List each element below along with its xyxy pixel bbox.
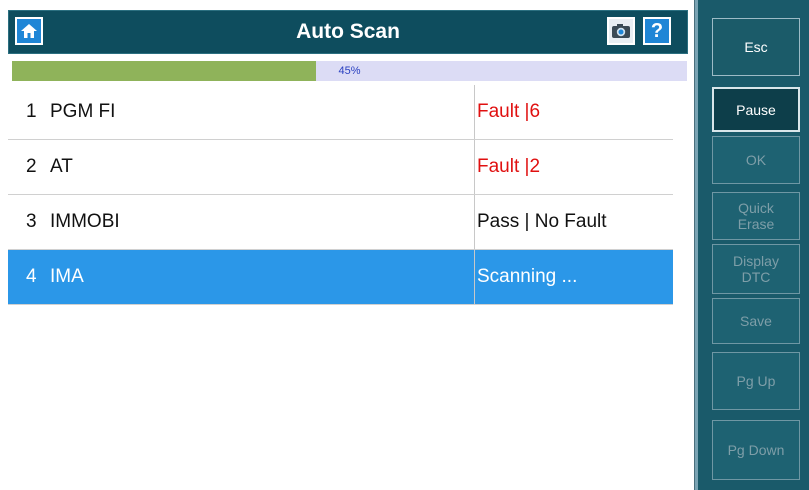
list-item[interactable]: 2 AT Fault |2 <box>8 140 673 195</box>
scan-progress-bar: 45% <box>12 61 687 81</box>
list-item[interactable]: 4 IMA Scanning ... <box>8 250 673 305</box>
ok-button[interactable]: OK <box>712 136 800 184</box>
scan-status: Scanning ... <box>474 250 673 304</box>
home-icon <box>21 24 37 38</box>
scan-status: Pass | No Fault <box>474 195 673 249</box>
display-dtc-button[interactable]: Display DTC <box>712 244 800 294</box>
page-down-button[interactable]: Pg Down <box>712 420 800 480</box>
help-button[interactable]: ? <box>643 17 671 45</box>
title-bar: Auto Scan ? <box>8 10 688 54</box>
page-up-button[interactable]: Pg Up <box>712 352 800 410</box>
system-name: AT <box>50 156 73 177</box>
action-sidebar: Esc Pause OK Quick Erase Display DTC Sav… <box>695 0 809 490</box>
help-icon: ? <box>650 20 664 42</box>
camera-icon <box>612 24 630 38</box>
scan-panel: Auto Scan ? 45% 1 PGM FI Fault |6 2 AT Fau… <box>0 0 695 490</box>
system-name: IMA <box>50 266 84 287</box>
pause-button[interactable]: Pause <box>712 87 800 132</box>
save-button[interactable]: Save <box>712 298 800 344</box>
system-name: PGM FI <box>50 101 116 122</box>
quick-erase-button[interactable]: Quick Erase <box>712 192 800 240</box>
system-list: 1 PGM FI Fault |6 2 AT Fault |2 3 IMMOBI Pa… <box>8 85 673 305</box>
list-item[interactable]: 1 PGM FI Fault |6 <box>8 85 673 140</box>
esc-button[interactable]: Esc <box>712 18 800 76</box>
display-dtc-label-2: DTC <box>741 269 771 285</box>
scan-status: Fault |2 <box>474 140 673 194</box>
system-name: IMMOBI <box>50 211 120 232</box>
row-index: 2 <box>26 156 37 177</box>
quick-erase-label-1: Quick <box>738 200 774 216</box>
display-dtc-label-1: Display <box>733 253 779 269</box>
list-item[interactable]: 3 IMMOBI Pass | No Fault <box>8 195 673 250</box>
page-title: Auto Scan <box>296 20 400 43</box>
progress-label: 45% <box>338 65 361 77</box>
quick-erase-label-2: Erase <box>737 216 775 232</box>
row-index: 3 <box>26 211 37 232</box>
screenshot-button[interactable] <box>607 17 635 45</box>
scan-status: Fault |6 <box>474 85 673 139</box>
home-button[interactable] <box>15 17 43 45</box>
row-index: 4 <box>26 266 37 287</box>
row-index: 1 <box>26 101 37 122</box>
